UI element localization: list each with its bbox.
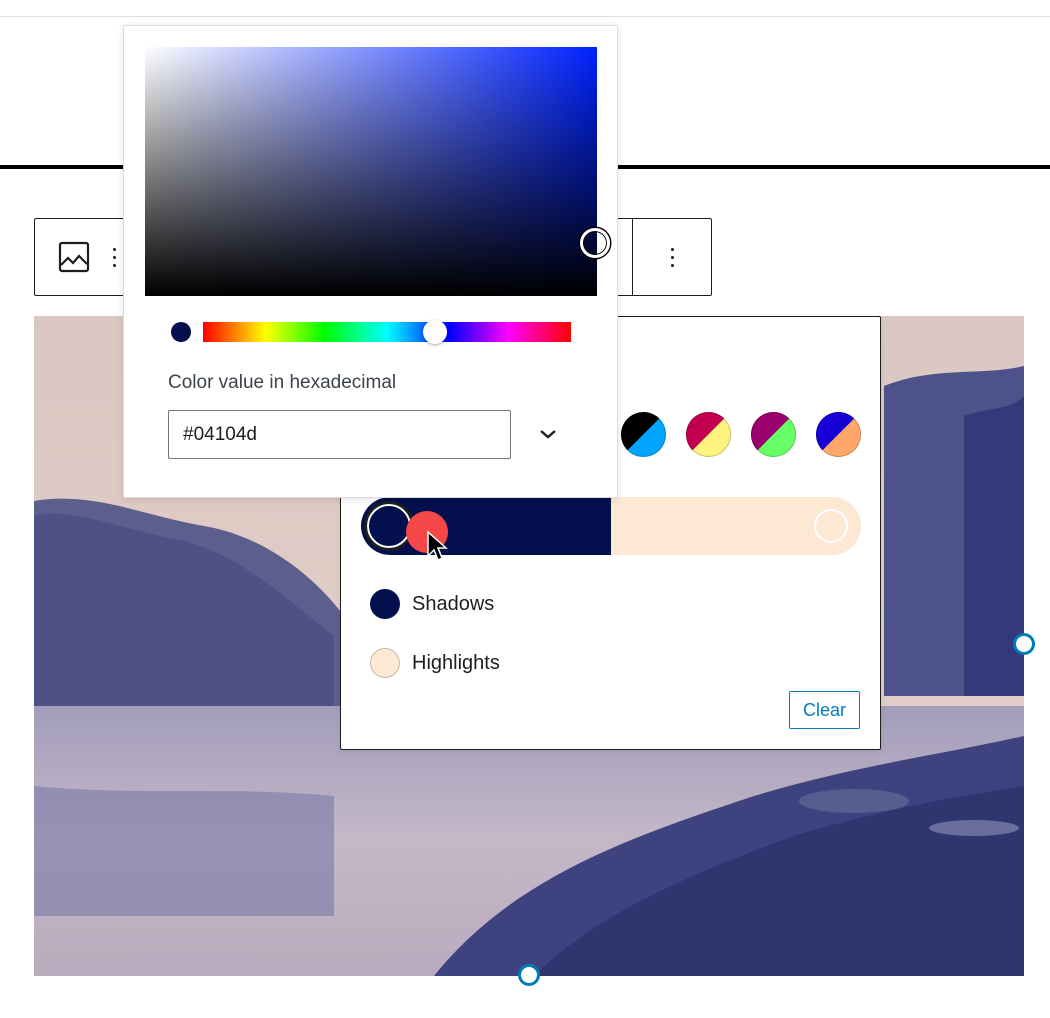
more-options-button[interactable] xyxy=(633,219,711,295)
duotone-preset-blue-orange[interactable] xyxy=(816,412,861,457)
block-type-image-button[interactable] xyxy=(35,219,113,295)
color-picker-popover: Color value in hexadecimal xyxy=(123,25,618,498)
duotone-preset-dark-blue[interactable] xyxy=(621,412,666,457)
mouse-cursor-icon xyxy=(427,530,448,562)
drag-handle-icon xyxy=(113,247,116,267)
shadows-swatch[interactable] xyxy=(370,589,400,619)
highlights-swatch[interactable] xyxy=(370,648,400,678)
saturation-value-area[interactable] xyxy=(145,47,610,296)
shadows-label: Shadows xyxy=(412,592,495,615)
chevron-down-icon xyxy=(540,430,556,439)
duotone-preset-purple-green[interactable] xyxy=(751,412,796,457)
hex-input-label: Color value in hexadecimal xyxy=(168,372,397,393)
image-icon xyxy=(58,241,90,273)
color-format-toggle[interactable] xyxy=(532,418,564,450)
hex-color-input[interactable] xyxy=(168,410,511,459)
clear-button[interactable]: Clear xyxy=(789,691,860,729)
duotone-highlight-handle[interactable] xyxy=(814,509,848,543)
highlights-color-row[interactable]: Highlights xyxy=(370,648,500,678)
hue-slider[interactable] xyxy=(203,322,571,342)
resize-handle-bottom[interactable] xyxy=(518,964,540,986)
more-options-icon xyxy=(670,247,674,267)
hue-slider-handle[interactable] xyxy=(422,320,447,344)
duotone-preset-purple-yellow[interactable] xyxy=(686,412,731,457)
shadows-color-row[interactable]: Shadows xyxy=(370,589,494,619)
duotone-shadow-handle[interactable] xyxy=(367,504,411,548)
top-divider xyxy=(0,16,1050,17)
current-color-swatch xyxy=(171,322,191,342)
resize-handle-right[interactable] xyxy=(1013,633,1035,655)
highlights-label: Highlights xyxy=(412,651,500,674)
saturation-handle[interactable] xyxy=(580,228,610,258)
